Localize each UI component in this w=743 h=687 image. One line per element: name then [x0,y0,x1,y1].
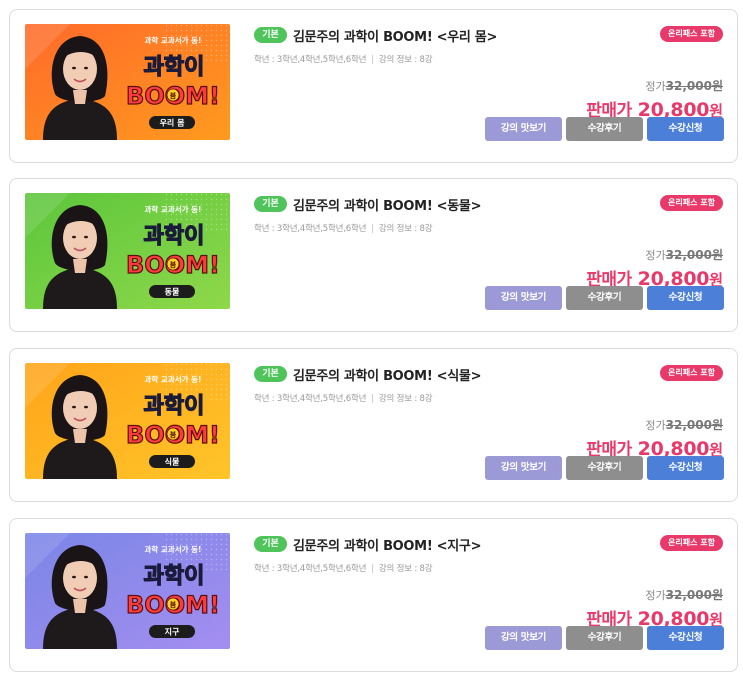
review-button[interactable]: 수강후기 [566,626,643,650]
apply-button[interactable]: 수강신청 [647,456,724,480]
grade-info: 학년 : 3학년,4학년,5학년,6학년 [254,564,367,574]
list-price-unit: 원 [711,588,723,602]
grade-info: 학년 : 3학년,4학년,5학년,6학년 [254,55,367,65]
lecture-info: 강의 정보 : 8강 [378,564,433,574]
thumbnail-tagline: 과학 교과서가 동! [145,374,202,384]
apply-button[interactable]: 수강신청 [647,117,724,141]
thumbnail-logo-top: 과학이 [144,55,205,80]
list-price-unit: 원 [711,248,723,262]
thumbnail-logo-top: 과학이 [144,564,205,589]
thumbnail-logo-mid: 붐 [170,91,177,100]
grade-info: 학년 : 3학년,4학년,5학년,6학년 [254,394,367,404]
thumbnail-subject: 식물 [165,457,180,467]
course-thumbnail[interactable]: 과학 교과서가 동! 과학이 BOOM! 붐 식물 [25,363,230,479]
lecture-info: 강의 정보 : 8강 [378,394,433,404]
thumbnail-logo-top: 과학이 [144,394,205,419]
list-price: 정가32,000원 [645,246,723,263]
thumbnail-tagline: 과학 교과서가 동! [145,544,202,554]
course-thumbnail[interactable]: 과학 교과서가 동! 과학이 BOOM! 붐 우리 몸 [25,24,230,140]
thumbnail-tagline: 과학 교과서가 동! [145,35,202,45]
list-price-value: 32,000 [665,79,712,93]
list-price-value: 32,000 [665,588,712,602]
lecture-info: 강의 정보 : 8강 [378,224,433,234]
thumbnail-subject: 지구 [165,627,180,637]
course-title[interactable]: 김문주의 과학이 BOOM! <지구> [293,535,481,554]
divider: | [371,55,374,65]
review-button[interactable]: 수강후기 [566,286,643,310]
course-card: 과학 교과서가 동! 과학이 BOOM! 붐 지구 기본 김문주의 과학이 BO… [9,518,738,672]
course-title[interactable]: 김문주의 과학이 BOOM! <동물> [293,195,481,214]
list-price-unit: 원 [711,79,723,93]
course-title[interactable]: 김문주의 과학이 BOOM! <우리 몸> [293,26,497,45]
thumbnail-subject: 동물 [165,288,180,297]
badge-onlypass: 온리패스 포함 [660,535,723,551]
thumbnail-logo-mid: 붐 [170,600,177,609]
list-price-value: 32,000 [665,418,712,432]
course-title[interactable]: 김문주의 과학이 BOOM! <식물> [293,365,481,384]
preview-button[interactable]: 강의 맛보기 [485,626,562,650]
thumbnail-logo-mid: 붐 [170,260,177,269]
badge-basic: 기본 [254,366,287,382]
list-price: 정가32,000원 [645,586,723,603]
list-price: 정가32,000원 [645,416,723,433]
course-card: 과학 교과서가 동! 과학이 BOOM! 붐 동물 기본 김문주의 과학이 BO… [9,178,738,332]
review-button[interactable]: 수강후기 [566,117,643,141]
course-meta: 학년 : 3학년,4학년,5학년,6학년 | 강의 정보 : 8강 [254,53,433,65]
course-meta: 학년 : 3학년,4학년,5학년,6학년 | 강의 정보 : 8강 [254,392,433,404]
preview-button[interactable]: 강의 맛보기 [485,286,562,310]
badge-onlypass: 온리패스 포함 [660,26,723,42]
badge-onlypass: 온리패스 포함 [660,195,723,211]
course-meta: 학년 : 3학년,4학년,5학년,6학년 | 강의 정보 : 8강 [254,222,433,234]
apply-button[interactable]: 수강신청 [647,626,724,650]
list-price-label: 정가 [645,419,666,432]
list-price-value: 32,000 [665,248,712,262]
divider: | [371,564,374,574]
list-price-label: 정가 [645,589,666,602]
course-card: 과학 교과서가 동! 과학이 BOOM! 붐 우리 몸 기본 김문주의 과학이 … [9,9,738,163]
thumbnail-logo-top: 과학이 [144,224,205,249]
badge-basic: 기본 [254,536,287,552]
lecture-info: 강의 정보 : 8강 [378,55,433,65]
list-price-label: 정가 [645,249,666,262]
course-thumbnail[interactable]: 과학 교과서가 동! 과학이 BOOM! 붐 지구 [25,533,230,649]
thumbnail-logo-mid: 붐 [170,430,177,439]
course-thumbnail[interactable]: 과학 교과서가 동! 과학이 BOOM! 붐 동물 [25,193,230,309]
list-price: 정가32,000원 [645,77,723,94]
thumbnail-tagline: 과학 교과서가 동! [145,204,202,214]
divider: | [371,394,374,404]
preview-button[interactable]: 강의 맛보기 [485,456,562,480]
divider: | [371,224,374,234]
review-button[interactable]: 수강후기 [566,456,643,480]
list-price-label: 정가 [645,80,666,93]
grade-info: 학년 : 3학년,4학년,5학년,6학년 [254,224,367,234]
badge-basic: 기본 [254,27,287,43]
badge-onlypass: 온리패스 포함 [660,365,723,381]
list-price-unit: 원 [711,418,723,432]
preview-button[interactable]: 강의 맛보기 [485,117,562,141]
thumbnail-subject: 우리 몸 [160,118,186,128]
course-meta: 학년 : 3학년,4학년,5학년,6학년 | 강의 정보 : 8강 [254,562,433,574]
apply-button[interactable]: 수강신청 [647,286,724,310]
badge-basic: 기본 [254,196,287,212]
course-card: 과학 교과서가 동! 과학이 BOOM! 붐 식물 기본 김문주의 과학이 BO… [9,348,738,502]
